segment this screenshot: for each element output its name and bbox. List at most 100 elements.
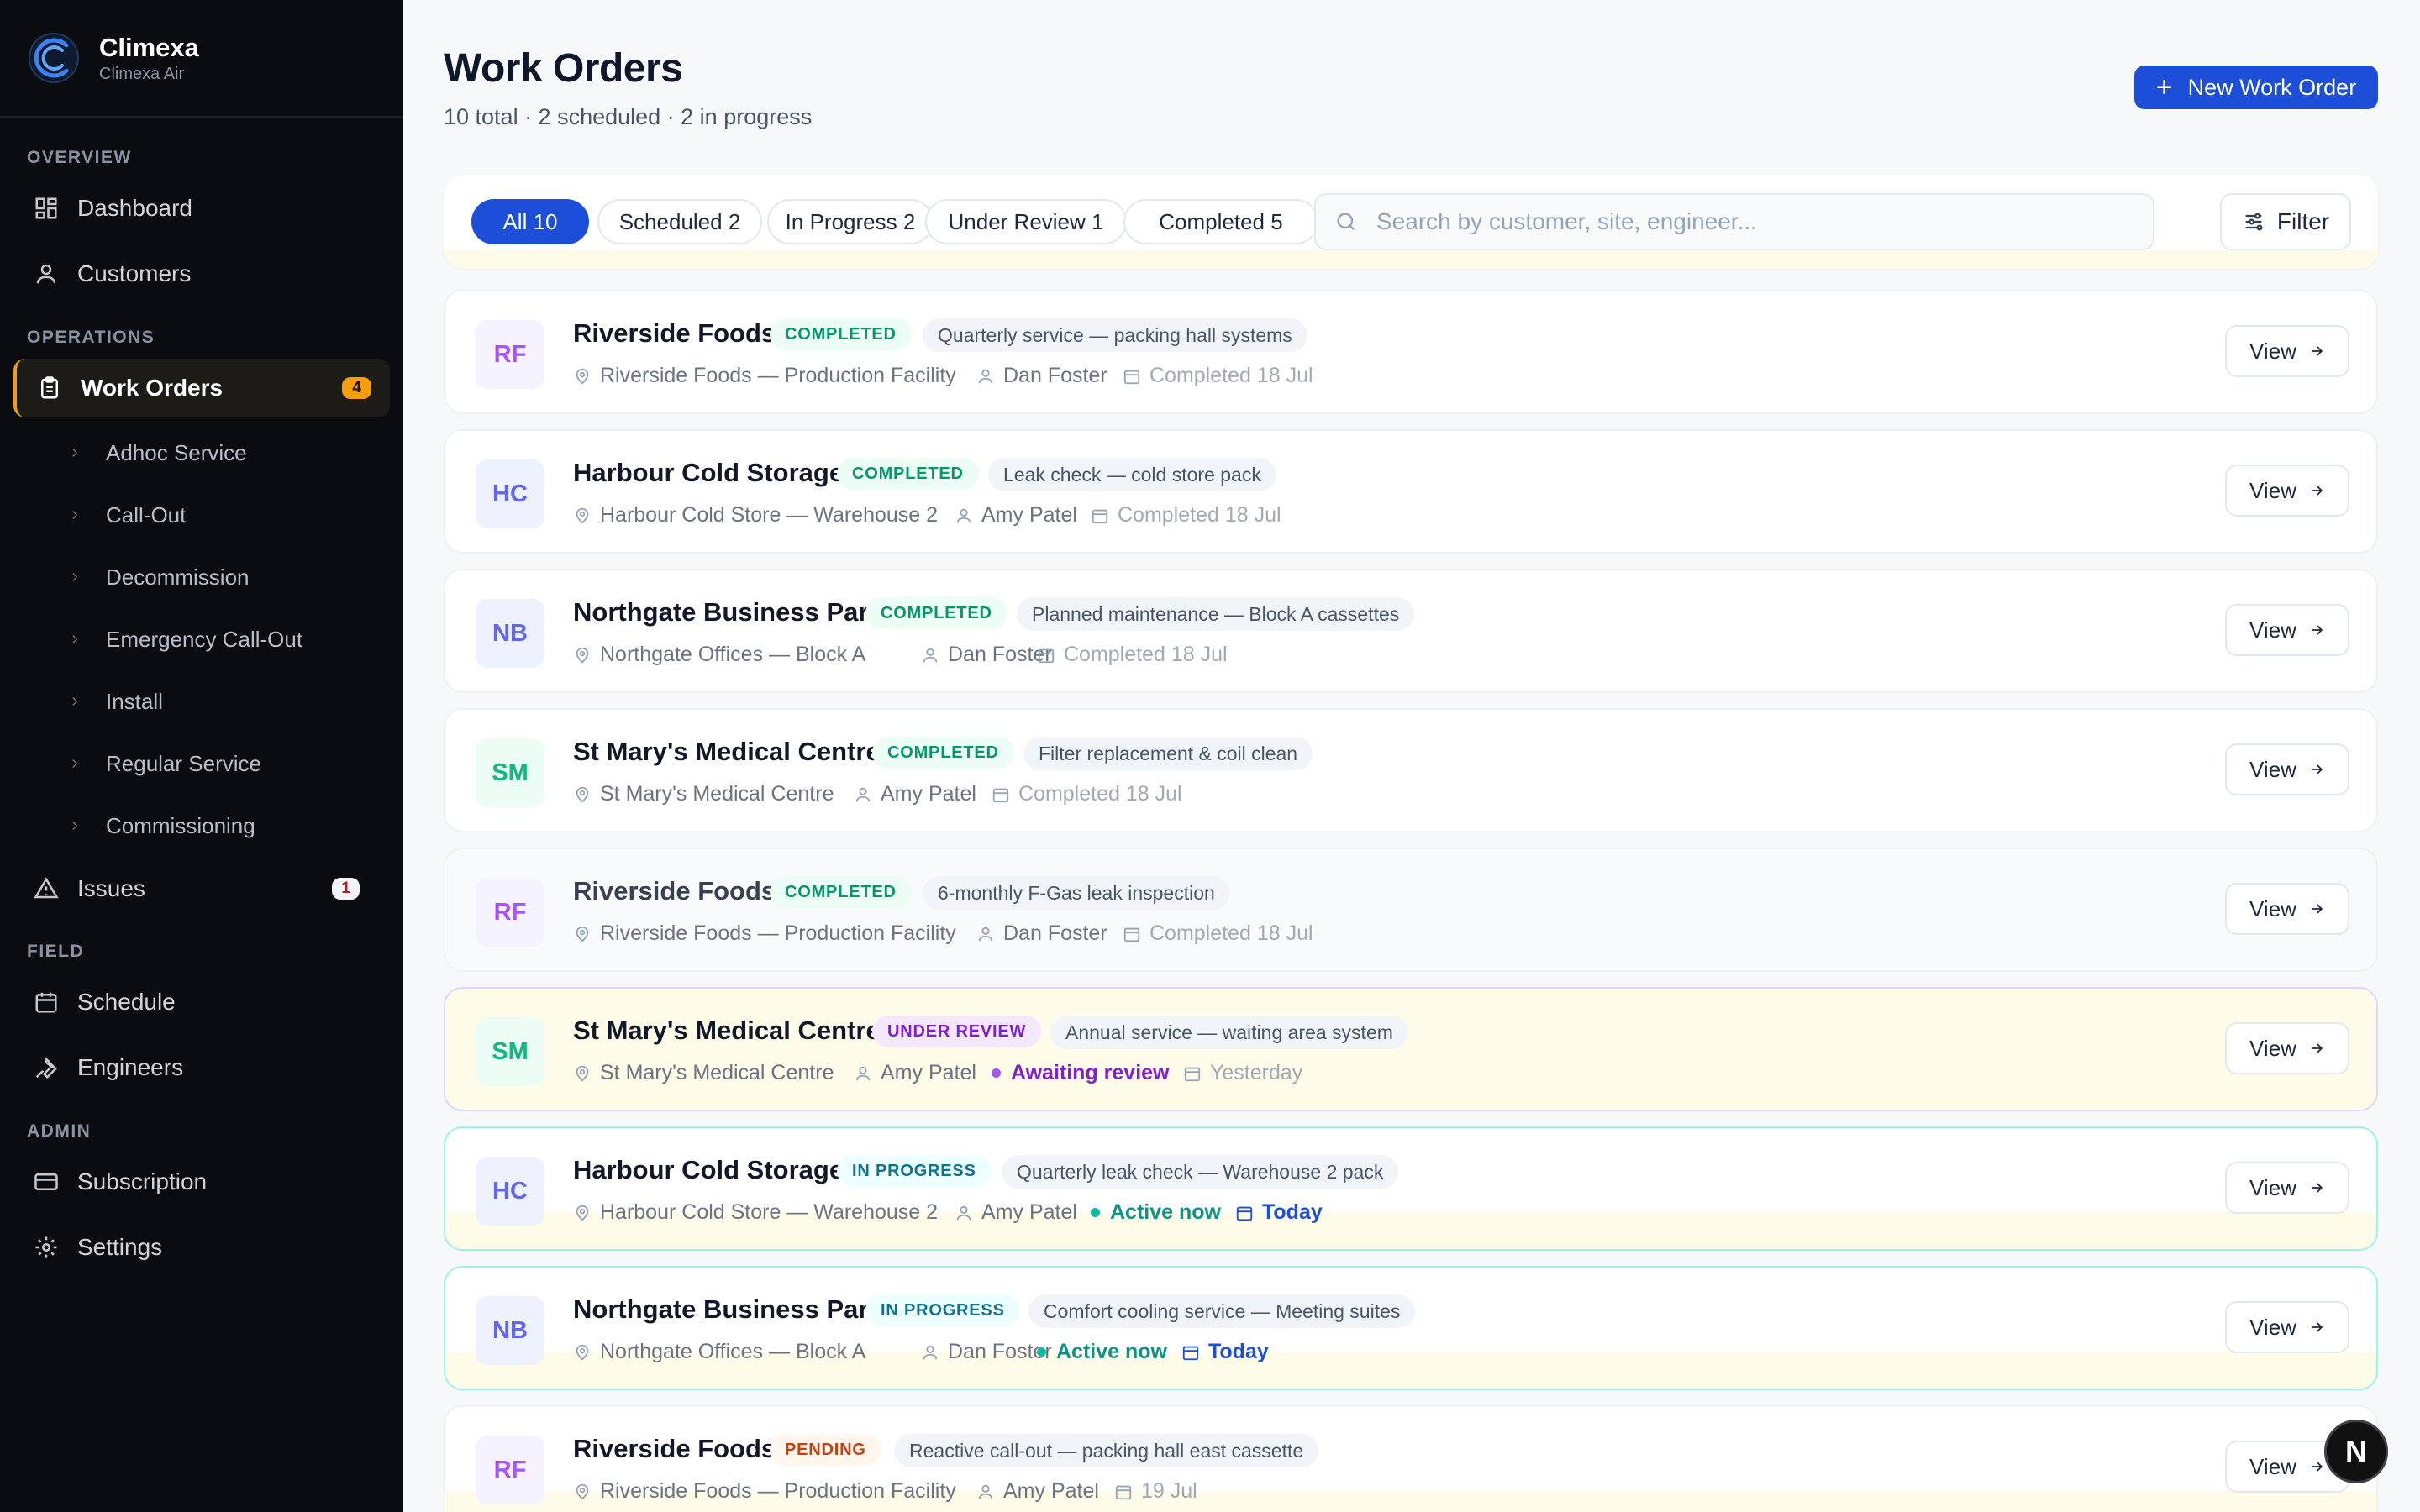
sidebar-subitem-install[interactable]: Install (67, 676, 163, 727)
customer-avatar: HC (476, 1157, 544, 1226)
status-badge: IN PROGRESS (837, 1155, 992, 1187)
customer-avatar: HC (476, 459, 544, 528)
user-icon (855, 787, 871, 801)
sidebar-subitem-commissioning[interactable]: Commissioning (67, 801, 255, 851)
work-order-row[interactable]: RF Riverside Foods COMPLETED Quarterly s… (444, 290, 2378, 414)
sidebar-subitem-call-out[interactable]: Call-Out (67, 490, 186, 540)
subitem-label: Emergency Call-Out (106, 626, 303, 652)
engineer-meta: Amy Patel (854, 782, 976, 806)
filter-label: Filter (2276, 208, 2330, 234)
status-badge: COMPLETED (872, 737, 1014, 769)
calendar-icon (35, 992, 57, 1013)
tab-completed[interactable]: Completed 5 (1123, 199, 1318, 244)
sidebar-subitem-decommission[interactable]: Decommission (67, 552, 250, 602)
work-order-row[interactable]: RF Riverside Foods PENDING Reactive call… (444, 1405, 2378, 1512)
clipboard-icon (41, 376, 58, 399)
engineer-meta: Dan Foster (921, 1340, 1052, 1364)
engineer-meta: Amy Patel (955, 1200, 1077, 1225)
status-dot (1091, 1208, 1100, 1217)
new-work-order-button[interactable]: + New Work Order (2134, 66, 2378, 109)
tab-in-progress[interactable]: In Progress 2 (767, 199, 934, 244)
engineer-name: Amy Patel (1003, 1479, 1099, 1503)
engineer-meta: Amy Patel (854, 1061, 976, 1085)
view-button[interactable]: View (2225, 604, 2349, 656)
site-meta: Riverside Foods — Production Facility (573, 921, 956, 946)
site-name: Riverside Foods — Production Facility (600, 364, 956, 387)
work-order-row[interactable]: NB Northgate Business Park COMPLETED Pla… (444, 569, 2378, 693)
floating-action-button[interactable]: N (2324, 1420, 2388, 1483)
sidebar-subitem-emergency-call-out[interactable]: Emergency Call-Out (67, 614, 302, 664)
engineer-name: Amy Patel (981, 503, 1077, 527)
site-meta: Harbour Cold Store — Warehouse 2 (573, 503, 938, 528)
nav-item-dashboard[interactable]: Dashboard (13, 179, 390, 238)
site-name: Riverside Foods — Production Facility (600, 921, 956, 945)
status-badge: IN PROGRESS (865, 1294, 1020, 1326)
arrow-right-icon (2312, 625, 2323, 635)
nav-item-schedule[interactable]: Schedule (13, 973, 390, 1032)
sidebar-subitem-regular-service[interactable]: Regular Service (67, 738, 261, 789)
sidebar-subitem-adhoc-service[interactable]: Adhoc Service (67, 428, 247, 478)
calendar-icon (1236, 1206, 1253, 1221)
view-label: View (2249, 1453, 2296, 1479)
site-meta: Riverside Foods — Production Facility (573, 364, 956, 388)
status-badge: COMPLETED (865, 597, 1007, 629)
job-description: Annual service — waiting area system (1050, 1016, 1408, 1049)
view-button[interactable]: View (2225, 883, 2349, 935)
nav-item-engineers[interactable]: Engineers (13, 1038, 390, 1097)
tab-all[interactable]: All 10 (471, 199, 589, 244)
customer-name: St Mary's Medical Centre (573, 737, 881, 766)
customer-avatar: RF (476, 1436, 544, 1504)
chevron-right-icon (72, 510, 78, 520)
date-meta: Completed 18 Jul (1091, 503, 1281, 528)
nav-item-settings[interactable]: Settings (13, 1218, 390, 1277)
view-label: View (2249, 1035, 2296, 1061)
issues-count-badge: 1 (332, 878, 360, 900)
nav-item-subscription[interactable]: Subscription (13, 1152, 390, 1211)
work-order-row[interactable]: HC Harbour Cold Storage COMPLETED Leak c… (444, 429, 2378, 554)
view-button[interactable]: View (2225, 743, 2349, 795)
work-order-row[interactable]: NB Northgate Business Park IN PROGRESS C… (444, 1266, 2378, 1390)
work-order-row[interactable]: RF Riverside Foods COMPLETED 6-monthly F… (444, 848, 2378, 972)
date-meta: Yesterday (1183, 1061, 1302, 1085)
view-label: View (2249, 895, 2296, 921)
engineer-name: Amy Patel (881, 782, 976, 806)
nav-item-work-orders[interactable]: Work Orders 4 (13, 359, 390, 417)
wrench-icon (35, 1057, 57, 1079)
customer-avatar: NB (476, 1296, 544, 1365)
date-text: Completed 18 Jul (1018, 782, 1182, 806)
nav-section-overview: OVERVIEW (27, 148, 132, 167)
map-pin-icon (576, 786, 589, 802)
customer-name: Northgate Business Park (573, 597, 883, 627)
nav-label: Settings (77, 1234, 163, 1260)
work-order-row[interactable]: SM St Mary's Medical Centre UNDER REVIEW… (444, 987, 2378, 1111)
customer-avatar: NB (476, 599, 544, 668)
site-name: Riverside Foods — Production Facility (600, 1479, 956, 1503)
date-meta: Completed 18 Jul (992, 782, 1182, 806)
view-button[interactable]: View (2225, 1162, 2349, 1214)
nav-item-customers[interactable]: Customers (13, 244, 390, 303)
search-input[interactable] (1376, 208, 2133, 235)
engineer-name: Amy Patel (881, 1061, 976, 1084)
brand[interactable]: Climexa Climexa Air (0, 0, 403, 118)
work-order-row[interactable]: HC Harbour Cold Storage IN PROGRESS Quar… (444, 1126, 2378, 1251)
tab-scheduled[interactable]: Scheduled 2 (597, 199, 762, 244)
site-meta: Harbour Cold Store — Warehouse 2 (573, 1200, 938, 1225)
arrow-right-icon (2312, 904, 2323, 914)
customer-name: Riverside Foods (573, 1434, 776, 1463)
nav-item-issues[interactable]: Issues 1 (13, 859, 390, 918)
view-button[interactable]: View (2225, 1022, 2349, 1074)
filter-button[interactable]: Filter (2220, 193, 2351, 250)
view-button[interactable]: View (2225, 1301, 2349, 1353)
tab-under-review[interactable]: Under Review 1 (925, 199, 1127, 244)
date-text: Today (1262, 1200, 1323, 1224)
work-order-row[interactable]: SM St Mary's Medical Centre COMPLETED Fi… (444, 708, 2378, 832)
view-button[interactable]: View (2225, 465, 2349, 517)
date-text: Completed 18 Jul (1064, 643, 1228, 666)
job-description: Leak check — cold store pack (988, 458, 1276, 491)
view-button[interactable]: View (2225, 325, 2349, 377)
customer-name: Harbour Cold Storage (573, 1155, 844, 1184)
customer-name: Northgate Business Park (573, 1294, 883, 1324)
date-text: Today (1208, 1340, 1269, 1363)
view-label: View (2249, 1174, 2296, 1200)
view-label: View (2249, 617, 2296, 643)
